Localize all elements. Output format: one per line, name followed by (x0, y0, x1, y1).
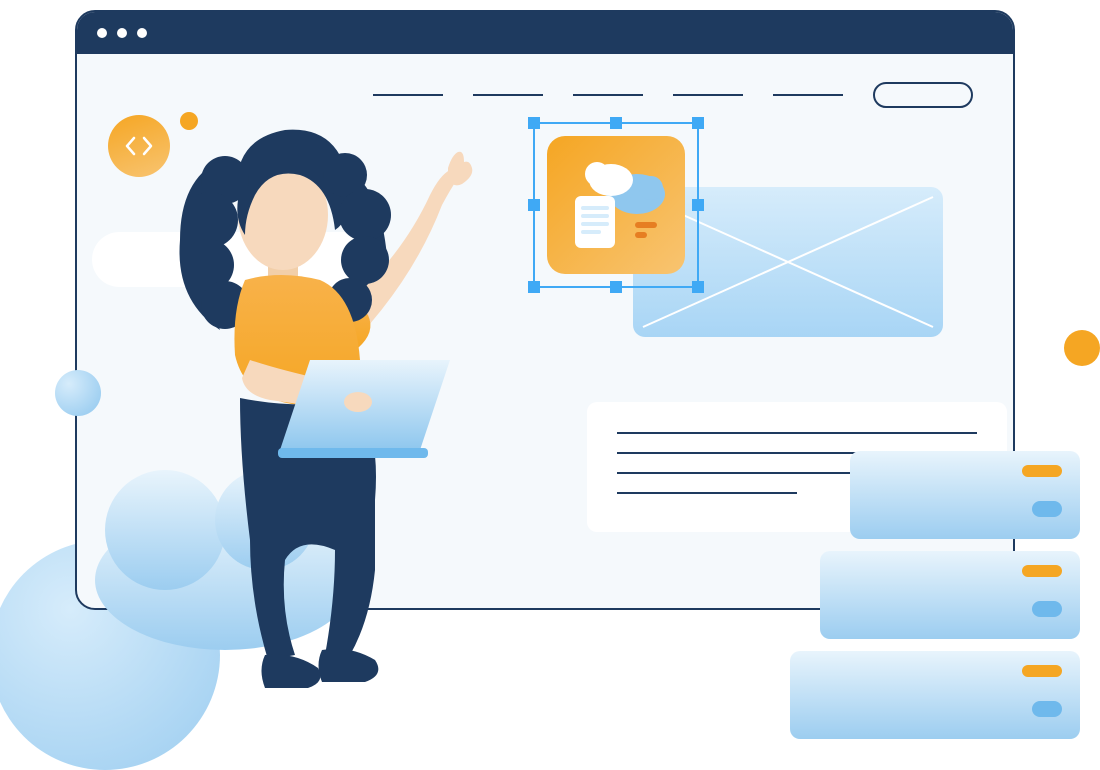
resize-handle-icon (610, 117, 622, 129)
server-led-icon (1022, 465, 1062, 477)
resize-handle-icon (528, 117, 540, 129)
server-led-icon (1032, 701, 1062, 717)
server-stack (850, 451, 1080, 751)
browser-titlebar (77, 12, 1013, 54)
nav-item-placeholder (473, 94, 543, 96)
text-line-placeholder (617, 432, 977, 434)
server-led-icon (1032, 601, 1062, 617)
nav-item-placeholder (373, 94, 443, 96)
resize-handle-icon (692, 281, 704, 293)
window-control-dot (97, 28, 107, 38)
resize-handle-icon (610, 281, 622, 293)
server-led-icon (1022, 665, 1062, 677)
window-control-dot (137, 28, 147, 38)
server-led-icon (1032, 501, 1062, 517)
text-line-placeholder (617, 492, 797, 494)
server-led-icon (1022, 565, 1062, 577)
nav-item-placeholder (573, 94, 643, 96)
resize-handle-icon (528, 199, 540, 211)
nav-item-placeholder (673, 94, 743, 96)
server-box (820, 551, 1080, 639)
bubble-small (55, 370, 101, 416)
server-box (850, 451, 1080, 539)
resize-handle-icon (528, 281, 540, 293)
selection-bounding-box (533, 122, 699, 288)
window-control-dot (117, 28, 127, 38)
resize-handle-icon (692, 117, 704, 129)
nav-cta-placeholder (873, 82, 973, 108)
server-box (790, 651, 1080, 739)
nav-item-placeholder (773, 94, 843, 96)
dot-orange-right (1064, 330, 1100, 366)
resize-handle-icon (692, 199, 704, 211)
person-illustration (150, 100, 510, 700)
